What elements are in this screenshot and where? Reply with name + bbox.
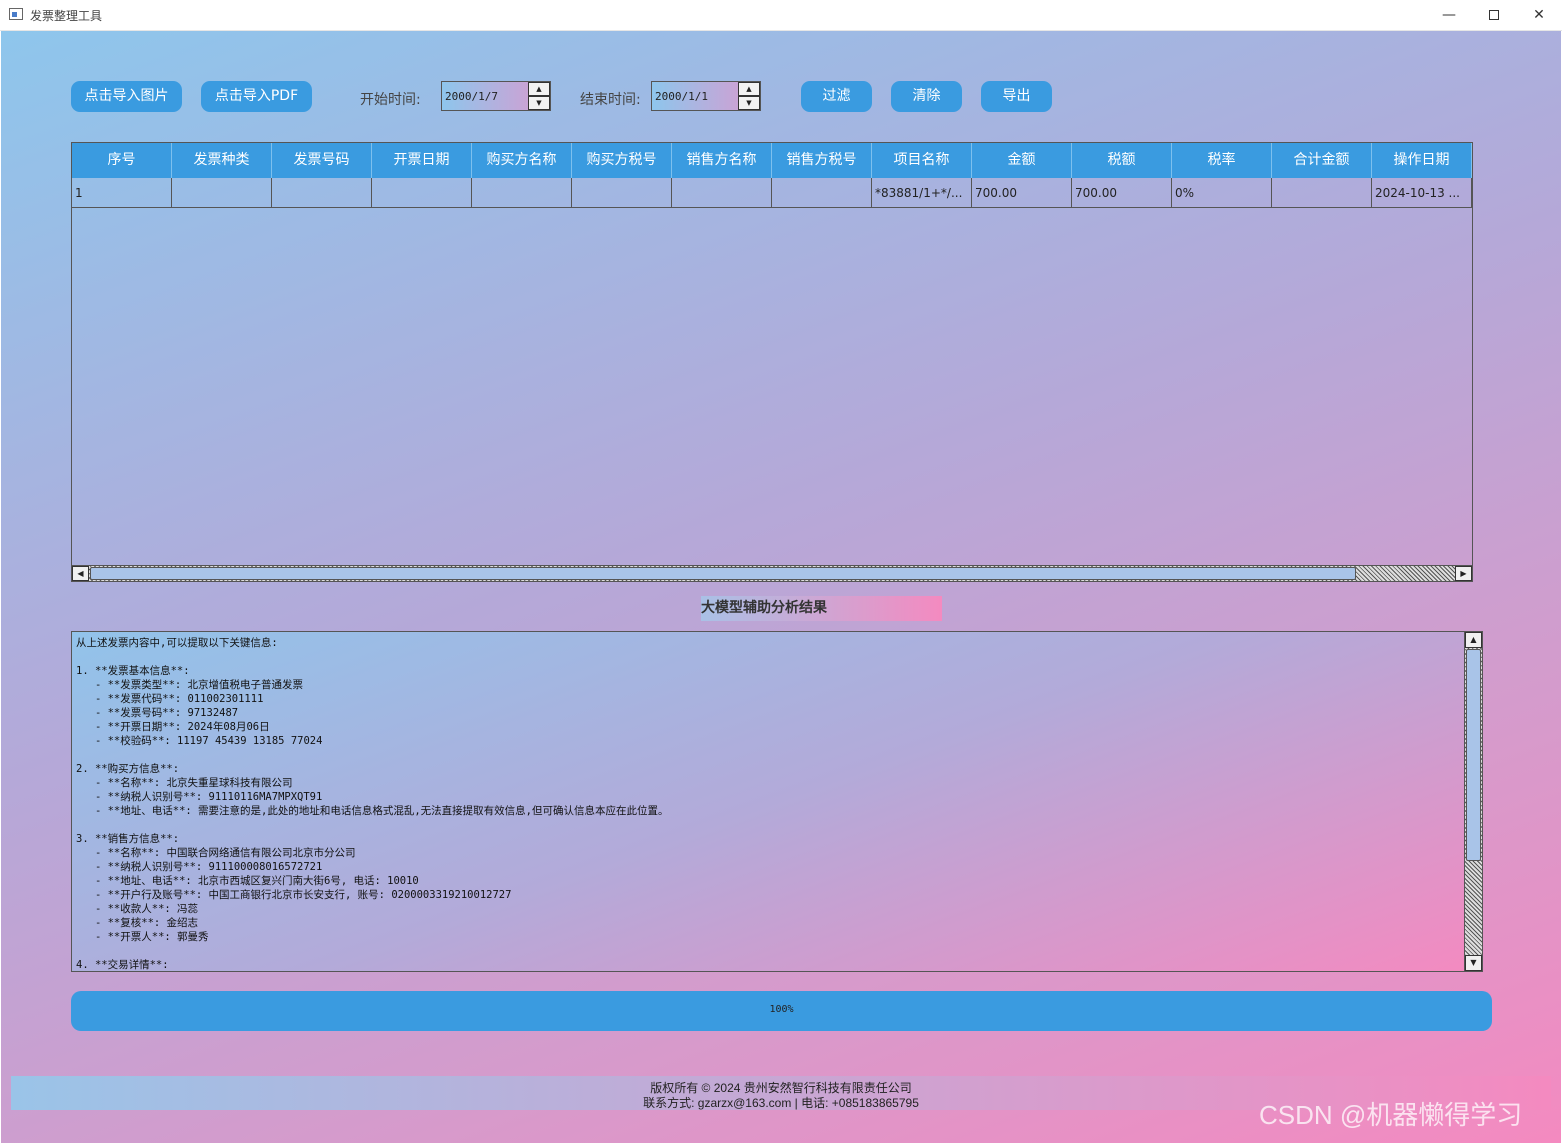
table-cell[interactable] — [772, 178, 872, 208]
progress-bar: 100% — [71, 991, 1492, 1031]
end-date-up-button[interactable]: ▲ — [738, 82, 760, 96]
start-date-value: 2000/1/7 — [445, 90, 498, 103]
column-header[interactable]: 操作日期 — [1372, 143, 1472, 178]
maximize-icon — [1489, 10, 1499, 20]
table-cell[interactable] — [472, 178, 572, 208]
table-cell[interactable] — [572, 178, 672, 208]
end-date-field[interactable]: 2000/1/1 ▲ ▼ — [651, 81, 761, 111]
column-header[interactable]: 税率 — [1172, 143, 1272, 178]
horizontal-scrollbar[interactable]: ◀ ▶ — [72, 565, 1472, 581]
watermark: CSDN @机器懒得学习 — [1259, 1100, 1523, 1130]
invoice-table[interactable]: 序号 发票种类 发票号码 开票日期 购买方名称 购买方税号 销售方名称 销售方税… — [71, 142, 1473, 582]
filter-button[interactable]: 过滤 — [801, 81, 872, 112]
table-cell[interactable] — [272, 178, 372, 208]
analysis-title: 大模型辅助分析结果 — [701, 596, 942, 621]
column-header[interactable]: 项目名称 — [872, 143, 972, 178]
minimize-button[interactable]: — — [1426, 0, 1472, 31]
table-cell[interactable]: 2024-10-13 ... — [1372, 178, 1472, 208]
table-cell[interactable]: 700.00 — [972, 178, 1072, 208]
end-date-down-button[interactable]: ▼ — [738, 96, 760, 110]
column-header[interactable]: 发票种类 — [172, 143, 272, 178]
table-row[interactable]: 1 *83881/1+*/... 700.00 700.00 0% 2024-1… — [72, 178, 1472, 208]
scroll-thumb[interactable] — [1466, 649, 1481, 861]
title-bar: 发票整理工具 — ✕ — [0, 0, 1562, 31]
column-header[interactable]: 金额 — [972, 143, 1072, 178]
table-cell[interactable]: 700.00 — [1072, 178, 1172, 208]
scroll-left-button[interactable]: ◀ — [72, 566, 89, 581]
maximize-button[interactable] — [1471, 0, 1517, 31]
column-header[interactable]: 合计金额 — [1272, 143, 1372, 178]
vertical-scrollbar[interactable]: ▲ ▼ — [1464, 632, 1482, 971]
analysis-text: 从上述发票内容中,可以提取以下关键信息: 1. **发票基本信息**: - **… — [76, 637, 669, 971]
window-title: 发票整理工具 — [30, 9, 103, 23]
table-cell[interactable]: *83881/1+*/... — [872, 178, 972, 208]
start-date-field[interactable]: 2000/1/7 ▲ ▼ — [441, 81, 551, 111]
start-date-up-button[interactable]: ▲ — [528, 82, 550, 96]
import-image-button[interactable]: 点击导入图片 — [71, 81, 182, 112]
main-panel: 点击导入图片 点击导入PDF 开始时间: 2000/1/7 ▲ ▼ 结束时间: … — [1, 31, 1561, 1143]
scroll-right-button[interactable]: ▶ — [1455, 566, 1472, 581]
table-cell[interactable] — [1272, 178, 1372, 208]
clear-button[interactable]: 清除 — [891, 81, 962, 112]
end-date-value: 2000/1/1 — [655, 90, 708, 103]
column-header[interactable]: 税额 — [1072, 143, 1172, 178]
table-cell[interactable]: 1 — [72, 178, 172, 208]
app-icon — [9, 8, 23, 20]
scroll-down-button[interactable]: ▼ — [1465, 955, 1482, 971]
column-header[interactable]: 购买方税号 — [572, 143, 672, 178]
column-header[interactable]: 销售方名称 — [672, 143, 772, 178]
start-time-label: 开始时间: — [360, 92, 421, 108]
column-header[interactable]: 购买方名称 — [472, 143, 572, 178]
scroll-thumb[interactable] — [90, 567, 1356, 580]
column-header[interactable]: 发票号码 — [272, 143, 372, 178]
table-cell[interactable] — [372, 178, 472, 208]
export-button[interactable]: 导出 — [981, 81, 1052, 112]
column-header[interactable]: 序号 — [72, 143, 172, 178]
close-button[interactable]: ✕ — [1516, 0, 1562, 31]
table-cell[interactable] — [172, 178, 272, 208]
table-cell[interactable] — [672, 178, 772, 208]
start-date-down-button[interactable]: ▼ — [528, 96, 550, 110]
table-header: 序号 发票种类 发票号码 开票日期 购买方名称 购买方税号 销售方名称 销售方税… — [72, 143, 1472, 178]
table-cell[interactable]: 0% — [1172, 178, 1272, 208]
analysis-text-area[interactable]: 从上述发票内容中,可以提取以下关键信息: 1. **发票基本信息**: - **… — [71, 631, 1483, 972]
column-header[interactable]: 开票日期 — [372, 143, 472, 178]
column-header[interactable]: 销售方税号 — [772, 143, 872, 178]
import-pdf-button[interactable]: 点击导入PDF — [201, 81, 312, 112]
progress-text: 100% — [769, 1004, 794, 1015]
end-time-label: 结束时间: — [580, 92, 641, 108]
scroll-up-button[interactable]: ▲ — [1465, 632, 1482, 648]
